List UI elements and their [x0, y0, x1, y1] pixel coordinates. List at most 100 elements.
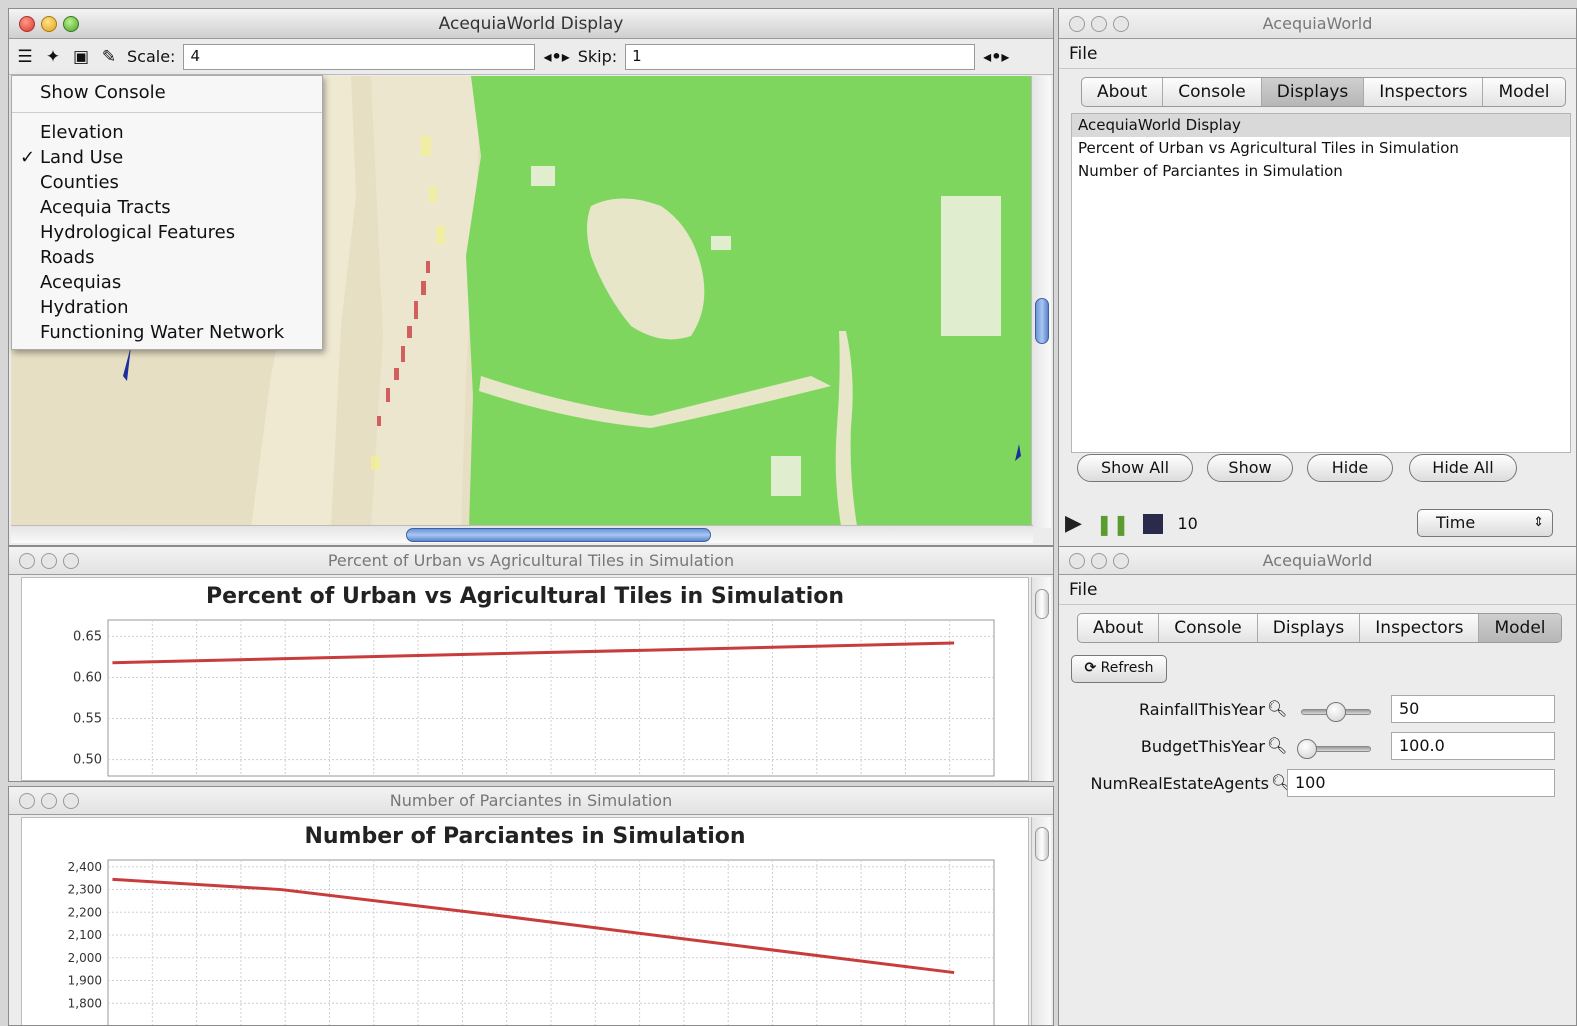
zoom-button[interactable]: [63, 553, 79, 569]
tab-model[interactable]: Model: [1479, 614, 1561, 642]
close-button[interactable]: [19, 553, 35, 569]
close-button[interactable]: [19, 793, 35, 809]
minimize-button[interactable]: [1091, 16, 1107, 32]
map-horizontal-thumb[interactable]: [406, 528, 711, 542]
wrench-icon[interactable]: ✎: [99, 47, 119, 67]
close-button[interactable]: [19, 16, 35, 32]
agents-field[interactable]: 100: [1287, 769, 1555, 797]
y-tick-label: 1,800: [68, 996, 102, 1010]
console-window: AcequiaWorld File About Console Displays In…: [1058, 8, 1577, 548]
pause-icon[interactable]: ❚❚: [1096, 512, 1130, 536]
time-select[interactable]: Time ⇕: [1417, 509, 1553, 537]
tab-model[interactable]: Model: [1483, 78, 1564, 106]
display-window: AcequiaWorld Display ☰ ✦ ▣ ✎ Scale: 4 ◂•…: [8, 8, 1054, 546]
chart2-titlebar[interactable]: Number of Parciantes in Simulation: [9, 787, 1053, 815]
menu-item-layer[interactable]: Hydration: [12, 295, 322, 320]
minimize-button[interactable]: [41, 793, 57, 809]
menu-item-layer[interactable]: Roads: [12, 245, 322, 270]
chart1-scrollbar[interactable]: [1031, 577, 1051, 781]
tab-console[interactable]: Console: [1159, 614, 1258, 642]
map-vertical-thumb[interactable]: [1035, 298, 1049, 344]
budget-slider-knob[interactable]: [1297, 739, 1317, 759]
chart1-panel: Percent of Urban vs Agricultural Tiles i…: [21, 577, 1029, 781]
menu-item-label: Counties: [40, 172, 119, 193]
stop-icon[interactable]: [1143, 513, 1164, 534]
scale-input[interactable]: 4: [183, 43, 536, 70]
play-icon[interactable]: ▶: [1065, 511, 1082, 536]
tab-about[interactable]: About: [1078, 614, 1160, 642]
chart2-scroll-thumb[interactable]: [1035, 827, 1049, 861]
zoom-button[interactable]: [1113, 16, 1129, 32]
minimize-button[interactable]: [41, 16, 57, 32]
movie-icon[interactable]: ▣: [71, 47, 91, 67]
chart2-scrollbar[interactable]: [1031, 817, 1051, 1025]
tab-about[interactable]: About: [1082, 78, 1164, 106]
layers-icon[interactable]: ☰: [15, 47, 35, 67]
menu-item-show-console[interactable]: Show Console: [12, 80, 322, 105]
menu-item-label: Acequia Tracts: [40, 197, 171, 218]
tab-displays[interactable]: Displays: [1258, 614, 1361, 642]
console-titlebar[interactable]: AcequiaWorld: [1059, 9, 1576, 39]
refresh-button[interactable]: ⟳ Refresh: [1071, 655, 1167, 683]
model-title: AcequiaWorld: [1262, 551, 1373, 570]
hide-button[interactable]: Hide: [1307, 454, 1393, 482]
map-vertical-scrollbar[interactable]: [1031, 76, 1051, 528]
zoom-button[interactable]: [63, 16, 79, 32]
close-button[interactable]: [1069, 16, 1085, 32]
file-menu[interactable]: File: [1069, 44, 1097, 64]
tab-console[interactable]: Console: [1163, 78, 1262, 106]
chart1-titlebar[interactable]: Percent of Urban vs Agricultural Tiles i…: [9, 547, 1053, 575]
map-horizontal-scrollbar[interactable]: [11, 525, 1033, 543]
tab-displays[interactable]: Displays: [1261, 78, 1365, 106]
model-titlebar[interactable]: AcequiaWorld: [1059, 547, 1576, 575]
chart2-plot: 2,400 2,300 2,200 2,100 2,000 1,900 1,800: [68, 859, 995, 1025]
tab-inspectors[interactable]: Inspectors: [1364, 78, 1484, 106]
skip-label: Skip:: [577, 47, 618, 66]
camera-icon[interactable]: ✦: [43, 47, 63, 67]
list-item[interactable]: AcequiaWorld Display: [1072, 114, 1570, 137]
menu-item-layer[interactable]: Elevation: [12, 120, 322, 145]
model-menubar: File: [1059, 575, 1576, 605]
chevron-updown-icon: ⇕: [1533, 515, 1544, 530]
rainfall-slider-knob[interactable]: [1326, 702, 1346, 722]
chart2-title: Number of Parciantes in Simulation: [304, 824, 746, 849]
menu-item-layer[interactable]: ✓ Land Use: [12, 145, 322, 170]
chart2-panel: Number of Parciantes in Simulation 2,400…: [21, 817, 1029, 1025]
minimize-button[interactable]: [1091, 553, 1107, 569]
rainfall-inspect-icon[interactable]: 🔍︎: [1267, 699, 1287, 718]
zoom-button[interactable]: [1113, 553, 1129, 569]
list-item[interactable]: Number of Parciantes in Simulation: [1072, 160, 1570, 183]
scale-stepper-icon[interactable]: ◂•▸: [543, 47, 569, 66]
file-menu[interactable]: File: [1069, 580, 1097, 600]
hide-all-button[interactable]: Hide All: [1409, 454, 1517, 482]
menu-separator: [12, 112, 322, 113]
skip-stepper-icon[interactable]: ◂•▸: [983, 47, 1009, 66]
show-all-button[interactable]: Show All: [1077, 454, 1193, 482]
skip-input[interactable]: 1: [625, 43, 976, 70]
budget-field[interactable]: 100.0: [1391, 732, 1555, 760]
menu-item-layer[interactable]: Acequia Tracts: [12, 195, 322, 220]
menu-item-layer[interactable]: Hydrological Features: [12, 220, 322, 245]
menu-item-layer[interactable]: Acequias: [12, 270, 322, 295]
close-button[interactable]: [1069, 553, 1085, 569]
menu-item-layer[interactable]: Counties: [12, 170, 322, 195]
tab-inspectors[interactable]: Inspectors: [1360, 614, 1480, 642]
list-item[interactable]: Percent of Urban vs Agricultural Tiles i…: [1072, 137, 1570, 160]
menu-item-label: Elevation: [40, 122, 124, 143]
menu-item-label: Land Use: [40, 147, 124, 168]
console-menubar: File: [1059, 39, 1576, 69]
show-button[interactable]: Show: [1207, 454, 1293, 482]
budget-inspect-icon[interactable]: 🔍︎: [1267, 736, 1287, 755]
chart1-scroll-thumb[interactable]: [1035, 589, 1049, 619]
refresh-label: Refresh: [1100, 660, 1154, 676]
minimize-button[interactable]: [41, 553, 57, 569]
menu-item-layer[interactable]: Functioning Water Network: [12, 320, 322, 345]
zoom-button[interactable]: [63, 793, 79, 809]
menu-item-label: Hydration: [40, 297, 129, 318]
y-tick-label: 2,000: [68, 951, 102, 965]
rainfall-field[interactable]: 50: [1391, 695, 1555, 723]
y-tick-label: 2,300: [68, 883, 102, 897]
display-titlebar[interactable]: AcequiaWorld Display: [9, 9, 1053, 39]
displays-list[interactable]: AcequiaWorld Display Percent of Urban vs …: [1071, 113, 1571, 453]
y-tick-label: 0.65: [73, 629, 102, 644]
